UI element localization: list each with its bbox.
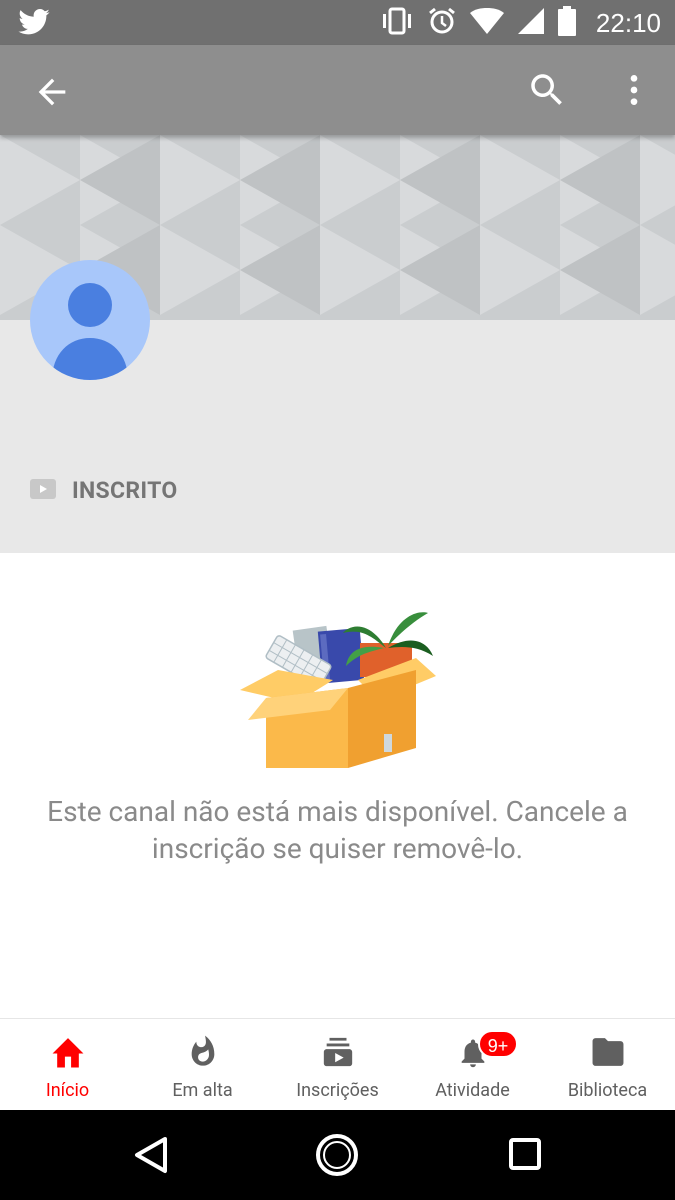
nav-item-inscricoes[interactable]: Inscrições bbox=[270, 1019, 405, 1110]
subscriptions-icon bbox=[323, 1037, 352, 1067]
home-icon bbox=[52, 1038, 83, 1068]
status-bar: 22:10 bbox=[0, 0, 675, 45]
nav-label: Em alta bbox=[172, 1080, 233, 1101]
alarm-icon bbox=[428, 7, 456, 39]
nav-label: Inscrições bbox=[296, 1080, 379, 1101]
search-icon[interactable] bbox=[526, 69, 568, 111]
vibrate-icon bbox=[380, 7, 414, 39]
more-vert-icon[interactable] bbox=[614, 69, 654, 111]
youtube-play-icon bbox=[30, 478, 56, 503]
battery-icon bbox=[557, 6, 576, 40]
app-toolbar bbox=[0, 45, 675, 135]
nav-item-biblioteca[interactable]: Biblioteca bbox=[540, 1019, 675, 1110]
person-icon bbox=[52, 283, 128, 380]
notification-badge: 9+ bbox=[478, 1030, 518, 1058]
avatar[interactable] bbox=[30, 260, 150, 380]
nav-item-em-alta[interactable]: Em alta bbox=[135, 1019, 270, 1110]
wifi-icon bbox=[469, 8, 504, 38]
trending-flame-icon bbox=[191, 1035, 214, 1066]
subscribed-button[interactable]: INSCRITO bbox=[30, 477, 178, 504]
nav-label: Atividade bbox=[435, 1080, 510, 1101]
empty-box-illustration bbox=[238, 608, 438, 773]
subscribed-label: INSCRITO bbox=[72, 477, 178, 504]
system-back-icon[interactable] bbox=[131, 1135, 171, 1179]
twitter-icon bbox=[18, 9, 50, 39]
nav-label: Biblioteca bbox=[567, 1080, 648, 1101]
bottom-navigation: Início Em alta Inscrições Atividade Bibl… bbox=[0, 1018, 675, 1110]
folder-icon bbox=[592, 1038, 623, 1066]
signal-icon bbox=[517, 8, 544, 38]
system-navigation-bar bbox=[0, 1110, 675, 1200]
channel-unavailable-message: Este canal não está mais disponível. Can… bbox=[47, 795, 628, 865]
back-arrow-icon[interactable] bbox=[32, 72, 72, 112]
nav-label: Início bbox=[45, 1080, 90, 1101]
clock: 22:10 bbox=[595, 7, 661, 38]
system-recents-icon[interactable] bbox=[508, 1137, 542, 1175]
nav-item-inicio[interactable]: Início bbox=[0, 1019, 135, 1110]
nav-item-atividade[interactable]: Atividade bbox=[405, 1019, 540, 1110]
system-home-icon[interactable] bbox=[314, 1132, 360, 1182]
